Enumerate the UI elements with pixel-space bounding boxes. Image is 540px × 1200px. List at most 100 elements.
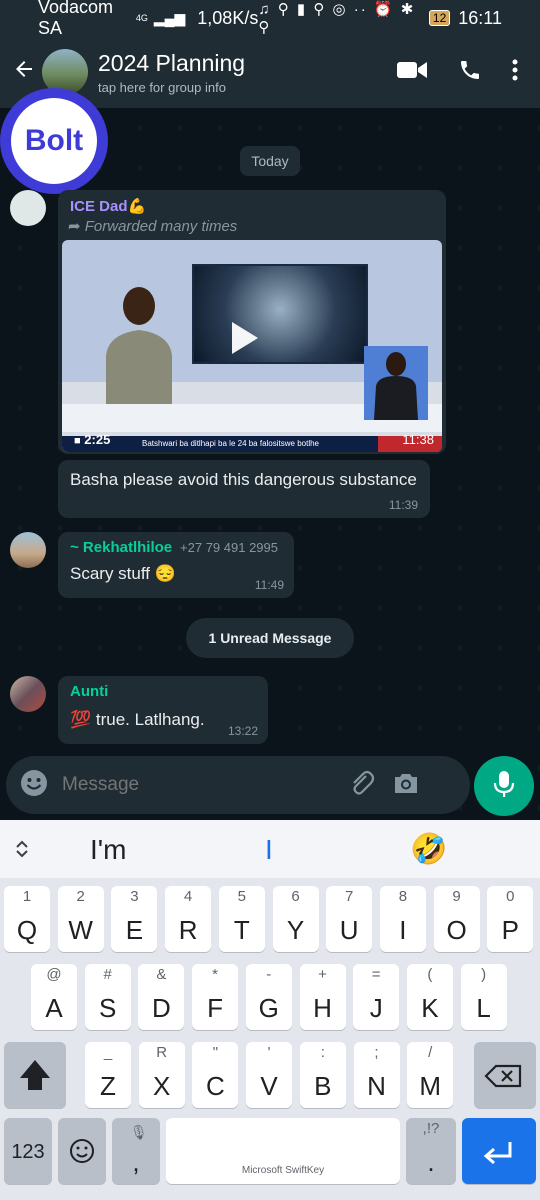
key-n[interactable]: ; N — [353, 1042, 400, 1108]
key-label: P — [501, 915, 519, 945]
key-p[interactable]: 0P — [487, 886, 534, 952]
key-y[interactable]: 6Y — [272, 886, 319, 952]
key-u[interactable]: 7U — [326, 886, 373, 952]
key-hint: = — [371, 966, 381, 983]
key-b[interactable]: :B — [299, 1042, 346, 1108]
unread-messages-chip: 1 Unread Message — [186, 618, 354, 658]
message-time: 13:22 — [227, 724, 258, 738]
message-caption-bubble[interactable]: Basha please avoid this dangerous substa… — [58, 460, 430, 518]
video-timestamp: 11:38 — [402, 432, 434, 447]
sender-avatar[interactable] — [10, 532, 46, 568]
key-label: B — [314, 1071, 332, 1101]
key-h[interactable]: + H — [299, 964, 346, 1030]
key-hint: 3 — [130, 888, 139, 905]
shift-key[interactable] — [4, 1042, 66, 1108]
key-r[interactable]: 4R — [165, 886, 212, 952]
key-m[interactable]: / M — [407, 1042, 454, 1108]
key-a[interactable]: @ A — [31, 964, 77, 1030]
sender-name[interactable]: ICE Dad💪 — [70, 197, 146, 215]
play-icon[interactable] — [232, 322, 258, 354]
key-label: U — [339, 915, 359, 945]
more-options-icon[interactable] — [512, 58, 518, 87]
forwarded-text: Forwarded many times — [84, 218, 238, 235]
key-label: N — [367, 1071, 386, 1101]
period-key[interactable]: ,!? . — [406, 1118, 456, 1184]
key-hint: - — [266, 966, 272, 983]
suggestion-middle[interactable]: I — [265, 834, 273, 866]
sender-name[interactable]: Aunti — [70, 683, 108, 700]
suggestion-emoji[interactable]: 🤣 — [410, 832, 447, 867]
carrier-label: Vodacom SA — [38, 0, 114, 38]
attach-icon[interactable] — [346, 768, 376, 803]
video-call-icon[interactable] — [396, 59, 428, 86]
enter-key[interactable] — [462, 1118, 536, 1184]
space-key[interactable]: Microsoft SwiftKey — [166, 1118, 400, 1184]
group-info[interactable]: 2024 Planning tap here for group info — [98, 50, 245, 95]
key-w[interactable]: 2W — [57, 886, 104, 952]
emoji-icon[interactable] — [20, 769, 48, 802]
message-time: 11:49 — [254, 578, 284, 592]
phone-call-icon[interactable] — [458, 58, 482, 87]
presenter-figure — [106, 287, 172, 410]
key-l[interactable]: ) L — [460, 964, 507, 1030]
message-bubble[interactable]: ~ Rekhatlhiloe +27 79 491 2995 Scary stu… — [58, 532, 294, 598]
key-x[interactable]: RX — [138, 1042, 185, 1108]
suggestion-left[interactable]: I'm — [90, 834, 126, 866]
sender-avatar[interactable] — [10, 190, 46, 226]
key-label: E — [125, 915, 144, 945]
key-g[interactable]: -G — [245, 964, 292, 1030]
key-label: L — [476, 993, 491, 1023]
key-label: A — [45, 993, 63, 1023]
key-hint: _ — [103, 1044, 113, 1061]
sender-name[interactable]: ~ Rekhatlhiloe — [70, 539, 172, 556]
forwarded-label: ➦ Forwarded many times — [68, 217, 237, 235]
expand-toolbar-icon[interactable] — [14, 838, 30, 865]
period-key-hint: ,!? — [422, 1120, 440, 1137]
comma-key[interactable]: 🎙 , — [112, 1118, 160, 1184]
key-hint: ' — [267, 1044, 271, 1061]
key-o[interactable]: 9O — [433, 886, 480, 952]
video-thumbnail[interactable]: Batshwari ba ditlhapi ba le 24 ba falosi… — [62, 240, 442, 452]
key-k[interactable]: (K — [406, 964, 453, 1030]
numbers-key[interactable]: 123 — [4, 1118, 52, 1184]
key-t[interactable]: 5T — [218, 886, 265, 952]
back-arrow-icon[interactable] — [6, 57, 42, 88]
comma-key-label: , — [132, 1147, 140, 1177]
key-hint: 2 — [76, 888, 85, 905]
studio-screen — [192, 264, 368, 364]
key-f[interactable]: * F — [192, 964, 239, 1030]
message-bubble[interactable]: Aunti 💯 true. Latlhang. 13:22 — [58, 676, 268, 744]
group-subtitle: tap here for group info — [98, 79, 226, 95]
key-v[interactable]: ' V — [246, 1042, 293, 1108]
key-z[interactable]: _ Z — [85, 1042, 131, 1108]
message-input[interactable] — [62, 774, 322, 796]
status-bar: Vodacom SA 4G ▂▄▆ 1,08K/s ♫ ⚲ ▮ ⚲ ◎ ·· ⏰… — [0, 0, 540, 38]
key-label: V — [260, 1071, 278, 1101]
key-j[interactable]: = J — [353, 964, 400, 1030]
key-hint: # — [103, 966, 112, 983]
video-duration-text: 2:25 — [84, 432, 111, 447]
voice-record-button[interactable] — [474, 756, 534, 816]
key-hint: & — [156, 966, 167, 983]
suggestion-bar: I'm I 🤣 — [0, 820, 540, 878]
key-hint: 9 — [452, 888, 461, 905]
key-label: H — [313, 993, 332, 1023]
key-s[interactable]: # S — [84, 964, 131, 1030]
backspace-key[interactable] — [474, 1042, 536, 1108]
video-camera-icon: ■ — [74, 435, 81, 447]
message-composer[interactable] — [6, 756, 470, 814]
key-label: M — [419, 1071, 442, 1101]
key-e[interactable]: 3E — [111, 886, 158, 952]
key-i[interactable]: 8I — [379, 886, 426, 952]
sender-avatar[interactable] — [10, 676, 46, 712]
camera-icon[interactable] — [392, 771, 420, 800]
key-label: T — [233, 915, 250, 945]
key-q[interactable]: 1Q — [4, 886, 50, 952]
key-d[interactable]: & D — [138, 964, 185, 1030]
emoji-key[interactable] — [58, 1118, 106, 1184]
bolt-logo-overlay[interactable]: Bolt — [0, 88, 108, 194]
signal-icon: ▂▄▆ — [153, 9, 186, 26]
microphone-icon — [493, 769, 515, 804]
message-text: Scary stuff 😔 — [70, 564, 176, 583]
key-c[interactable]: " C — [192, 1042, 239, 1108]
